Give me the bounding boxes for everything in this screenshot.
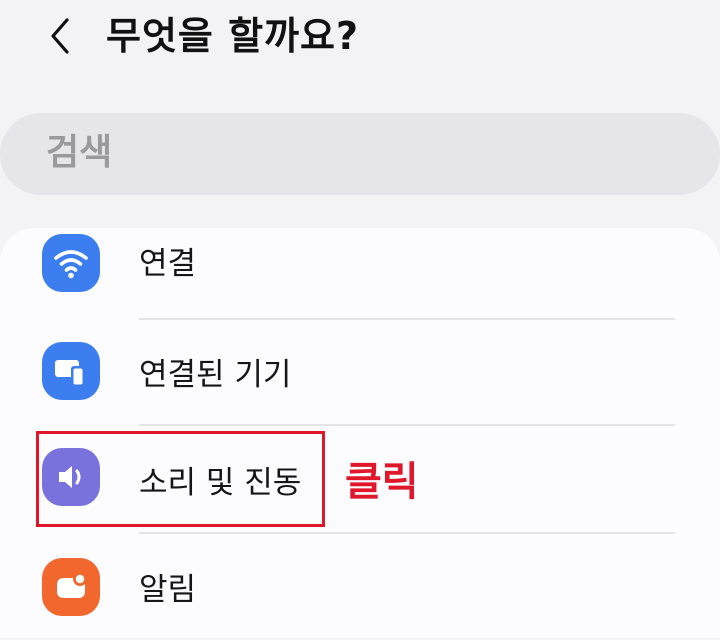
highlight-box: [36, 431, 325, 527]
back-button[interactable]: [38, 14, 82, 58]
header: 무엇을 할까요?: [0, 0, 720, 80]
click-annotation: 클릭: [345, 459, 419, 505]
settings-item-notifications[interactable]: 알림: [0, 534, 720, 640]
page-title: 무엇을 할까요?: [106, 14, 360, 58]
connected-devices-icon: [42, 342, 100, 400]
wifi-icon: [42, 234, 100, 292]
settings-item-label: 연결된 기기: [139, 357, 292, 393]
settings-item-connected-devices[interactable]: 연결된 기기: [0, 320, 720, 426]
search-bar[interactable]: 검색: [0, 113, 720, 195]
settings-item-label: 연결: [139, 246, 197, 282]
settings-item-connections[interactable]: 연결: [0, 214, 720, 320]
settings-item-label: 알림: [139, 572, 197, 608]
chevron-left-icon: [51, 18, 69, 54]
notification-icon: [42, 558, 100, 616]
search-placeholder: 검색: [46, 132, 113, 173]
